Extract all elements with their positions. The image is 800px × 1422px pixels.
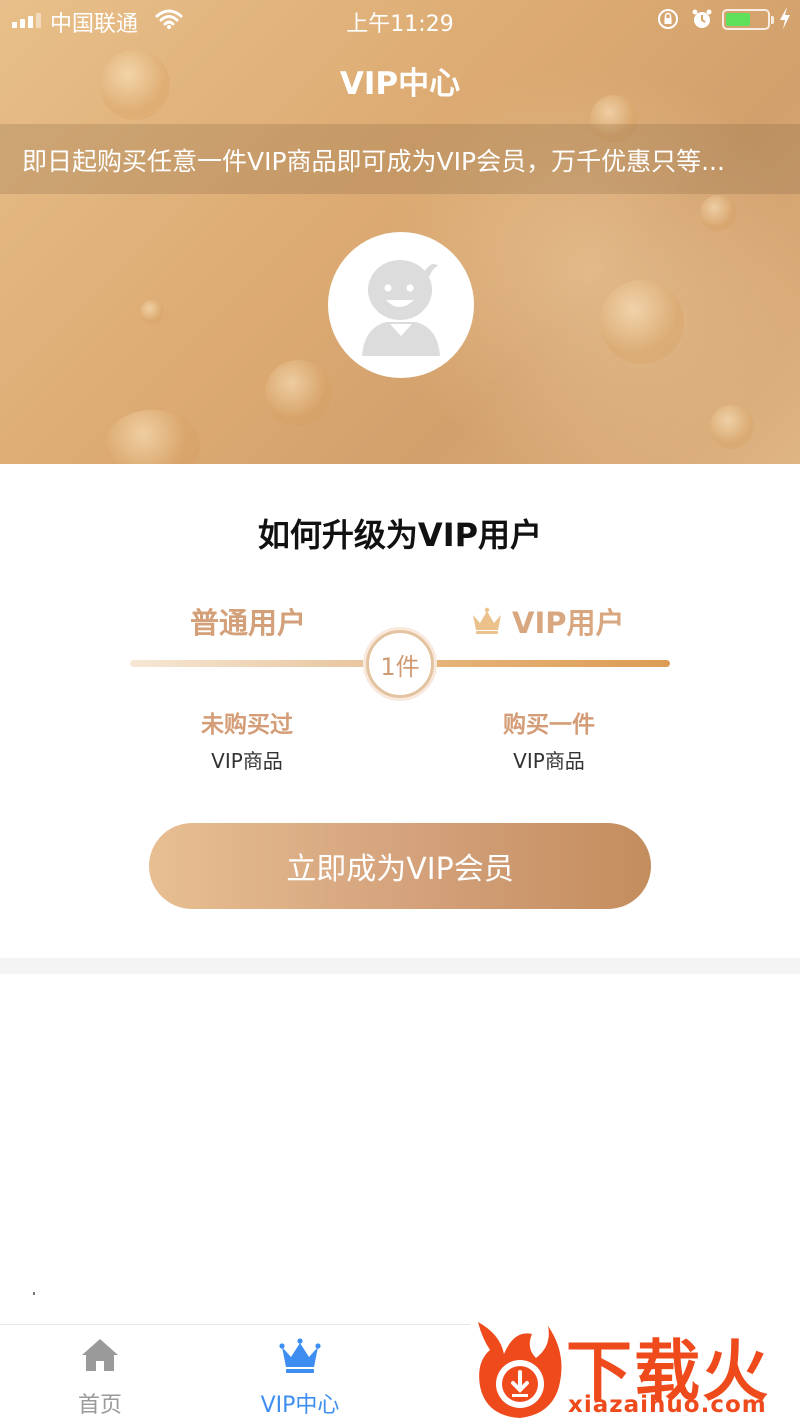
become-vip-button[interactable]: 立即成为VIP会员 [149, 823, 651, 909]
coin-decoration [265, 360, 331, 426]
vip-user-level-label: VIP用户 [512, 606, 625, 640]
crown-icon [279, 1338, 321, 1373]
tab-vip-center-label: VIP中心 [260, 1393, 340, 1418]
avatar[interactable] [328, 232, 474, 378]
vip-hero-banner: 中国联通 上午11:29 VIP中心 即日起购买任意一件VIP商品即可成为VIP… [0, 0, 800, 464]
home-icon [82, 1339, 118, 1371]
alarm-icon [692, 9, 712, 28]
coin-decoration [105, 410, 200, 464]
normal-user-condition: 未购买过 VIP商品 [147, 705, 347, 774]
watermark: 下载火 xiazaihuo.com [470, 1316, 800, 1422]
normal-condition-line1: 未购买过 [201, 712, 293, 738]
tab-vip-center[interactable]: VIP中心 [230, 1335, 370, 1419]
charging-icon [780, 7, 790, 29]
coin-decoration [600, 280, 684, 364]
progress-track-vip [428, 660, 670, 667]
normal-condition-line2: VIP商品 [211, 749, 283, 773]
tab-home-label: 首页 [77, 1393, 122, 1418]
vip-condition-line2: VIP商品 [513, 749, 585, 773]
notice-banner[interactable]: 即日起购买任意一件VIP商品即可成为VIP会员，万千优惠只等... [0, 124, 800, 194]
vip-user-level: VIP用户 [470, 600, 625, 642]
battery-icon [722, 9, 774, 30]
clock: 上午11:29 [346, 12, 454, 37]
vip-user-condition: 购买一件 VIP商品 [449, 705, 649, 774]
status-bar: 中国联通 上午11:29 [0, 0, 800, 40]
page-title: VIP中心 [339, 66, 461, 102]
vip-condition-line1: 购买一件 [503, 712, 595, 738]
watermark-url: xiazaihuo.com [568, 1392, 767, 1418]
notice-text: 即日起购买任意一件VIP商品即可成为VIP会员，万千优惠只等... [22, 147, 725, 176]
flame-logo-icon [478, 1322, 562, 1418]
section-divider [0, 958, 800, 974]
coin-decoration [140, 300, 164, 324]
stray-dot [33, 1292, 35, 1295]
threshold-label: 1件 [380, 652, 420, 681]
progress-track-normal [130, 660, 370, 667]
normal-user-level: 普通用户 [190, 606, 307, 640]
tab-home[interactable]: 首页 [30, 1335, 170, 1419]
coin-decoration [710, 405, 754, 449]
orientation-lock-icon [658, 9, 678, 29]
threshold-badge: 1件 [366, 630, 434, 698]
upgrade-section-title: 如何升级为VIP用户 [257, 516, 543, 554]
coin-decoration [700, 195, 736, 231]
crown-icon [473, 607, 501, 634]
default-avatar-icon [362, 260, 440, 356]
